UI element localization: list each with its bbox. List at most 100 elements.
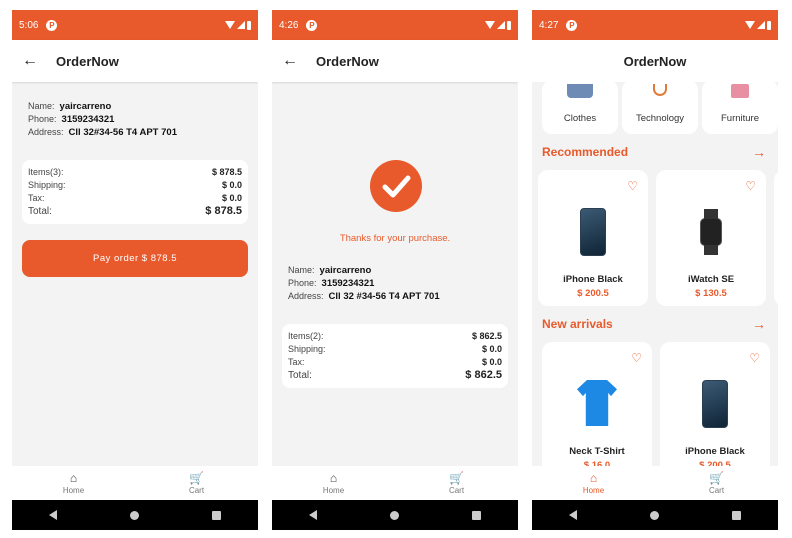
signal-icon bbox=[237, 21, 245, 29]
wifi-icon bbox=[485, 21, 495, 29]
shipping-address: Name: yaircarreno Phone: 3159234321 Addr… bbox=[288, 264, 440, 303]
nav-home[interactable]: ⌂ Home bbox=[272, 466, 395, 500]
shipping-label: Shipping: bbox=[28, 180, 66, 190]
confirmation-screen: 4:26 P ← OrderNow Thanks for your purcha… bbox=[272, 10, 518, 530]
notification-p-icon: P bbox=[566, 19, 578, 31]
shipping-label: Shipping: bbox=[288, 344, 326, 354]
name-value: yaircarreno bbox=[319, 265, 372, 276]
battery-icon bbox=[767, 20, 771, 30]
system-back-icon[interactable] bbox=[48, 510, 57, 520]
address-label: Address: bbox=[28, 127, 64, 137]
heart-icon[interactable]: ♡ bbox=[631, 352, 642, 364]
back-arrow-icon[interactable]: ← bbox=[282, 52, 302, 70]
headphones-icon bbox=[653, 84, 667, 96]
home-icon: ⌂ bbox=[329, 470, 338, 485]
new-arrivals-header: New arrivals → bbox=[542, 316, 766, 332]
recommended-header: Recommended → bbox=[542, 144, 766, 160]
recommended-arrow-icon[interactable]: → bbox=[752, 144, 766, 160]
product-name: iPhone Black bbox=[563, 274, 623, 285]
heart-icon[interactable]: ♡ bbox=[749, 352, 760, 364]
category-label: Furniture bbox=[720, 113, 759, 124]
items-value: $ 862.5 bbox=[471, 331, 502, 341]
order-summary-card: Items(2): $ 862.5 Shipping: $ 0.0 Tax: $ 0.… bbox=[282, 324, 508, 388]
nav-home-label: Home bbox=[62, 485, 85, 495]
notification-p-icon: P bbox=[306, 19, 318, 31]
system-recents-icon[interactable] bbox=[732, 510, 742, 520]
product-card[interactable]: ♡ iWatch SE $ 130.5 bbox=[656, 170, 766, 306]
iphone-image bbox=[702, 380, 728, 428]
total-label: Total: bbox=[28, 206, 52, 217]
address-value: Cll 32#34-56 T4 APT 701 bbox=[68, 127, 177, 138]
app-title: OrderNow bbox=[623, 53, 687, 69]
recommended-title: Recommended bbox=[542, 145, 629, 159]
total-value: $ 862.5 bbox=[465, 369, 502, 381]
system-icons bbox=[745, 20, 771, 30]
cart-icon: 🛒 bbox=[709, 470, 724, 485]
category-furniture[interactable]: Furniture bbox=[702, 80, 778, 134]
product-price: $ 200.5 bbox=[577, 288, 609, 299]
tax-value: $ 0.0 bbox=[481, 357, 502, 367]
cart-icon: 🛒 bbox=[449, 470, 464, 485]
nav-home[interactable]: ⌂ Home bbox=[532, 466, 655, 500]
status-bar: 4:26 P bbox=[272, 10, 518, 40]
bottom-nav: ⌂ Home 🛒 Cart bbox=[272, 466, 518, 500]
product-name: Neck T-Shirt bbox=[569, 446, 625, 457]
battery-icon bbox=[247, 20, 251, 30]
phone-value: 3159234321 bbox=[61, 114, 115, 125]
jacket-icon bbox=[567, 84, 593, 98]
phone-value: 3159234321 bbox=[321, 278, 375, 289]
system-icons bbox=[485, 20, 511, 30]
system-home-icon[interactable] bbox=[649, 510, 659, 520]
signal-icon bbox=[757, 21, 765, 29]
nav-cart[interactable]: 🛒 Cart bbox=[655, 466, 778, 500]
category-clothes[interactable]: Clothes bbox=[542, 80, 618, 134]
system-home-icon[interactable] bbox=[129, 510, 139, 520]
cart-icon: 🛒 bbox=[189, 470, 204, 485]
pay-order-button[interactable]: Pay order $ 878.5 bbox=[22, 240, 248, 277]
checkout-screen: 5:06 P ← OrderNow Name: yaircarreno Phon… bbox=[12, 10, 258, 530]
category-label: Technology bbox=[635, 113, 685, 124]
product-card[interactable]: ♡ Neck T-Shirt $ 16.0 bbox=[542, 342, 652, 482]
back-arrow-icon[interactable]: ← bbox=[22, 52, 42, 70]
phone-label: Phone: bbox=[28, 114, 57, 124]
product-card[interactable]: ♡ iPhone Black $ 200.5 bbox=[538, 170, 648, 306]
new-arrivals-arrow-icon[interactable]: → bbox=[752, 316, 766, 332]
app-bar: OrderNow bbox=[532, 40, 778, 82]
system-nav-bar bbox=[12, 500, 258, 530]
status-bar: 5:06 P bbox=[12, 10, 258, 40]
status-bar: 4:27 P bbox=[532, 10, 778, 40]
wifi-icon bbox=[745, 21, 755, 29]
wifi-icon bbox=[225, 21, 235, 29]
iphone-image bbox=[580, 208, 606, 256]
category-technology[interactable]: Technology bbox=[622, 80, 698, 134]
thanks-message: Thanks for your purchase. bbox=[339, 233, 451, 244]
tax-value: $ 0.0 bbox=[221, 193, 242, 203]
system-recents-icon[interactable] bbox=[472, 510, 482, 520]
nav-home-label: Home bbox=[322, 485, 345, 495]
heart-icon[interactable]: ♡ bbox=[627, 180, 638, 192]
watch-image bbox=[700, 209, 722, 255]
heart-icon[interactable]: ♡ bbox=[745, 180, 756, 192]
name-value: yaircarreno bbox=[59, 101, 112, 112]
address-value: Cll 32 #34-56 T4 APT 701 bbox=[328, 291, 440, 302]
name-label: Name: bbox=[28, 101, 55, 111]
app-bar: ← OrderNow bbox=[272, 40, 518, 82]
home-screen: Clothes Technology Furniture 4:27 P Orde… bbox=[532, 10, 778, 530]
category-label: Clothes bbox=[563, 113, 597, 124]
nav-cart[interactable]: 🛒 Cart bbox=[395, 466, 518, 500]
nav-cart[interactable]: 🛒 Cart bbox=[135, 466, 258, 500]
tax-label: Tax: bbox=[288, 357, 305, 367]
product-card[interactable]: ♡ iPhone Black $ 200.5 bbox=[660, 342, 770, 482]
system-recents-icon[interactable] bbox=[212, 510, 222, 520]
nav-home[interactable]: ⌂ Home bbox=[12, 466, 135, 500]
new-arrivals-title: New arrivals bbox=[542, 317, 613, 331]
nav-cart-label: Cart bbox=[448, 485, 465, 495]
status-time: 5:06 bbox=[19, 19, 39, 31]
product-card-partial[interactable] bbox=[774, 170, 778, 306]
system-home-icon[interactable] bbox=[389, 510, 399, 520]
system-back-icon[interactable] bbox=[568, 510, 577, 520]
system-back-icon[interactable] bbox=[308, 510, 317, 520]
nav-cart-label: Cart bbox=[708, 485, 725, 495]
items-value: $ 878.5 bbox=[211, 167, 242, 177]
total-label: Total: bbox=[288, 370, 312, 381]
